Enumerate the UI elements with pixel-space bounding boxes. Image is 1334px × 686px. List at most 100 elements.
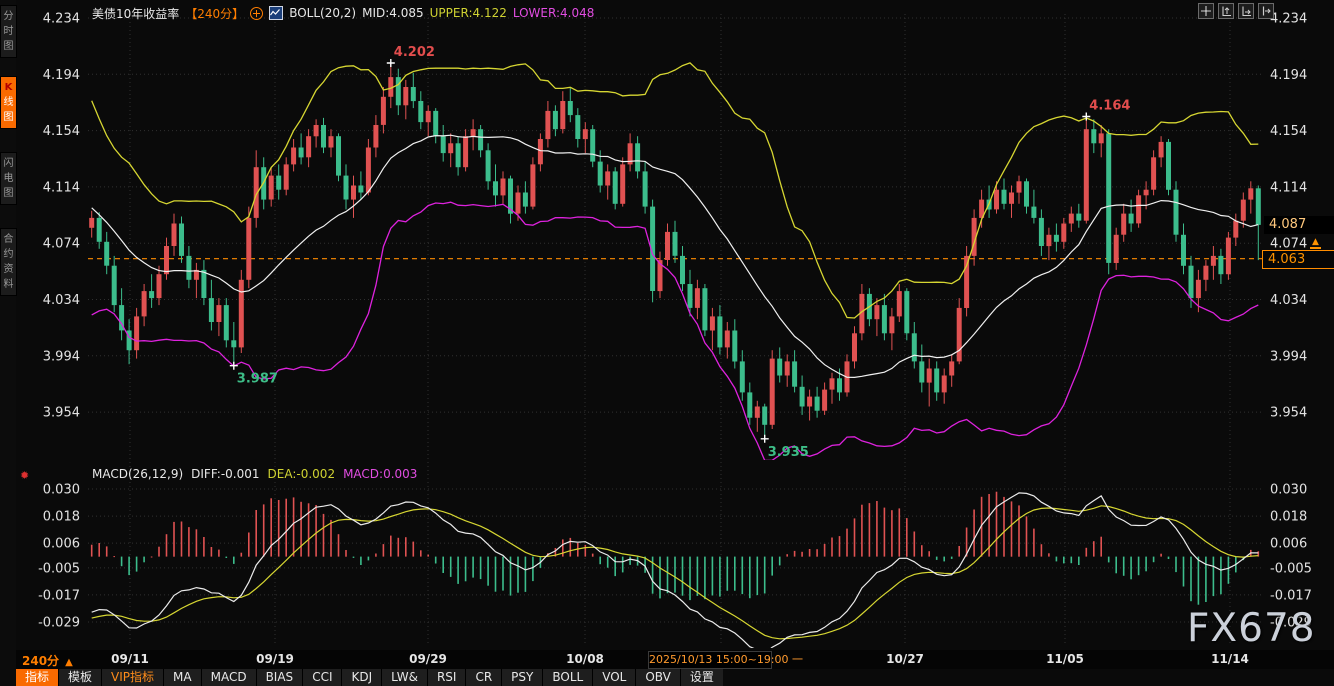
- price-marker-cross: [387, 59, 395, 67]
- chart-header: 美债10年收益率 【240分】 BOLL(20,2) MID:4.085 UPP…: [92, 5, 594, 21]
- y-tick-label: -0.029: [38, 616, 80, 631]
- x-tick-label: 09/29: [409, 652, 447, 666]
- toolbar-button-BIAS[interactable]: BIAS: [257, 669, 303, 686]
- toolbar-button-RSI[interactable]: RSI: [428, 669, 466, 686]
- y-tick-label: 0.018: [1270, 510, 1307, 525]
- sidebar-tab-char: 闪: [4, 156, 14, 171]
- x-tick-label: 10/27: [886, 652, 924, 666]
- sidebar-tab-3[interactable]: 合约资料: [0, 228, 17, 296]
- toolbar-button-VOL[interactable]: VOL: [593, 669, 635, 686]
- sidebar-tab-0[interactable]: 分时图: [0, 5, 17, 58]
- sidebar-tab-char: 图: [4, 186, 14, 201]
- selected-period-badge: 2025/10/13 15:00~19:00 一: [648, 651, 772, 669]
- y-tick-label: 4.154: [1270, 124, 1307, 139]
- boll-upper-value: UPPER:4.122: [430, 6, 507, 20]
- y-tick-label: 0.030: [43, 483, 80, 498]
- price-annotation: 4.202: [394, 45, 435, 60]
- chart-type-icon[interactable]: [269, 6, 283, 20]
- toolbar-button-KDJ[interactable]: KDJ: [342, 669, 381, 686]
- up-triangle-icon: ▲: [65, 657, 73, 668]
- price-annotation: 4.164: [1089, 99, 1130, 114]
- x-tick-label: 11/05: [1046, 652, 1084, 666]
- boll-lower-value: LOWER:4.048: [513, 6, 595, 20]
- toolbar-button-VIP指标[interactable]: VIP指标: [102, 669, 163, 686]
- y-tick-label: 3.954: [1270, 406, 1307, 421]
- y-tick-label: 4.034: [1270, 293, 1307, 308]
- x-tick-label: 11/14: [1211, 652, 1249, 666]
- toolbar-button-OBV[interactable]: OBV: [636, 669, 680, 686]
- y-tick-label: 0.018: [43, 510, 80, 525]
- sidebar-tab-char: 料: [4, 277, 14, 292]
- pan-right-icon[interactable]: [1258, 3, 1274, 19]
- macd-macd-value: MACD:0.003: [343, 467, 417, 481]
- x-tick-label: 10/08: [566, 652, 604, 666]
- toolbar-button-模板[interactable]: 模板: [59, 669, 101, 686]
- sidebar-tab-char: K: [5, 80, 13, 95]
- y-tick-label: 4.194: [43, 68, 80, 83]
- y-tick-label: 4.034: [43, 293, 80, 308]
- toolbar-button-指标[interactable]: 指标: [16, 669, 58, 686]
- y-tick-label: 4.114: [43, 180, 80, 195]
- sidebar-tab-2[interactable]: 闪电图: [0, 152, 17, 205]
- sidebar-tab-char: 合: [4, 232, 14, 247]
- boll-mid-value: MID:4.085: [362, 6, 424, 20]
- boll-label: BOLL(20,2): [289, 6, 356, 20]
- sidebar-tab-char: 电: [4, 171, 14, 186]
- toolbar-button-CCI[interactable]: CCI: [303, 669, 341, 686]
- y-axis-fit-icon[interactable]: [1218, 3, 1234, 19]
- sidebar-tab-char: 图: [4, 110, 14, 125]
- y-tick-label: 4.234: [43, 12, 80, 27]
- toolbar-button-CR[interactable]: CR: [466, 669, 501, 686]
- interval-label: 【240分】: [185, 5, 244, 22]
- indicator-marker-icon[interactable]: ✹: [20, 469, 29, 482]
- toolbar-button-BOLL[interactable]: BOLL: [543, 669, 592, 686]
- sidebar: 分时图K线图闪电图合约资料: [0, 0, 16, 686]
- indicator-toolbar: 指标模板VIP指标MAMACDBIASCCIKDJLW&RSICRPSYBOLL…: [16, 669, 723, 686]
- sidebar-tab-char: 约: [4, 247, 14, 262]
- toolbar-button-MA[interactable]: MA: [164, 669, 201, 686]
- crosshair-icon[interactable]: [1198, 3, 1214, 19]
- corner-toolbar: [1198, 3, 1274, 19]
- macd-diff-value: DIFF:-0.001: [191, 467, 259, 481]
- price-annotation: 3.935: [768, 445, 809, 460]
- toolbar-button-PSY[interactable]: PSY: [502, 669, 542, 686]
- y-tick-label: 4.194: [1270, 68, 1307, 83]
- sidebar-tab-char: 资: [4, 262, 14, 277]
- sidebar-tab-char: 图: [4, 39, 14, 54]
- macd-header: MACD(26,12,9) DIFF:-0.001 DEA:-0.002 MAC…: [92, 467, 417, 481]
- chart-app: 分时图K线图闪电图合约资料 4.2023.9873.9354.1644.2344…: [0, 0, 1334, 686]
- y-tick-label: 3.954: [43, 406, 80, 421]
- y-tick-label: 4.074: [43, 237, 80, 252]
- y-tick-label: 0.006: [1270, 537, 1307, 552]
- timeframe-selector[interactable]: 240分▲: [22, 652, 73, 669]
- last-price-label: 4.087: [1264, 216, 1334, 234]
- y-tick-label: -0.017: [1270, 588, 1312, 603]
- circle-plus-icon[interactable]: [250, 7, 263, 20]
- sidebar-tab-char: 分: [4, 9, 14, 24]
- scroll-to-latest-icon[interactable]: ▲: [1310, 238, 1321, 249]
- x-tick-label: 09/11: [111, 652, 149, 666]
- watermark: FX678: [1187, 606, 1316, 651]
- y-tick-label: -0.005: [38, 561, 80, 576]
- y-tick-label: 4.114: [1270, 180, 1307, 195]
- y-tick-label: 0.030: [1270, 483, 1307, 498]
- sidebar-tab-1[interactable]: K线图: [0, 76, 17, 129]
- y-tick-label: -0.005: [1270, 561, 1312, 576]
- y-tick-label: 3.994: [1270, 349, 1307, 364]
- x-tick-label: 09/19: [256, 652, 294, 666]
- toolbar-button-设置[interactable]: 设置: [681, 669, 723, 686]
- chart-canvas[interactable]: 4.202 3.987 3.935 4.164 4.234 4.234 4.194 4.194…: [16, 0, 1334, 650]
- date-axis: 240分▲ 2025/10/13 15:00~19:00 一 09/11 09/1…: [16, 650, 1334, 669]
- x-axis-fit-icon[interactable]: [1238, 3, 1254, 19]
- price-annotation: 3.987: [237, 372, 278, 387]
- symbol-title: 美债10年收益率: [92, 5, 179, 22]
- sidebar-tab-char: 线: [4, 95, 14, 110]
- toolbar-button-MACD[interactable]: MACD: [202, 669, 256, 686]
- sidebar-tab-char: 时: [4, 24, 14, 39]
- y-tick-label: 4.154: [43, 124, 80, 139]
- toolbar-button-LW&[interactable]: LW&: [382, 669, 427, 686]
- macd-label: MACD(26,12,9): [92, 467, 183, 481]
- quote-price-label: 4.063: [1262, 250, 1334, 269]
- macd-dea-value: DEA:-0.002: [268, 467, 336, 481]
- y-tick-label: 4.234: [1270, 12, 1307, 27]
